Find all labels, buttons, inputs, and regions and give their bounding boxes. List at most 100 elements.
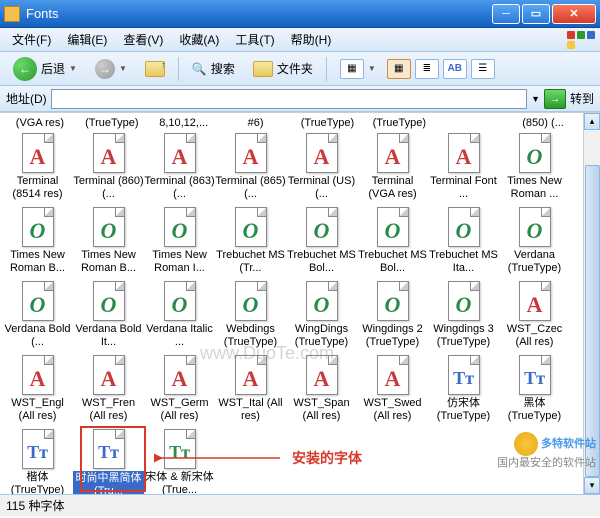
titlebar[interactable]: Fonts ─ ▭ ✕	[0, 0, 600, 28]
font-item[interactable]: OWingdings 3 (TrueType)	[428, 281, 499, 349]
chevron-down-icon[interactable]: ▼	[531, 94, 540, 104]
font-item[interactable]: OVerdana Bold (...	[2, 281, 73, 349]
menu-favorites[interactable]: 收藏(A)	[171, 29, 227, 50]
folders-button[interactable]: 文件夹	[246, 56, 320, 81]
maximize-button[interactable]: ▭	[522, 4, 550, 24]
font-item[interactable]: AWST_Czec (All res)	[499, 281, 570, 349]
font-label: WingDings (TrueType)	[286, 323, 357, 349]
window-title: Fonts	[26, 6, 492, 21]
font-item[interactable]: AWST_Germ (All res)	[144, 355, 215, 423]
brand-watermark: 多特软件站 国内最安全的软件站	[497, 432, 596, 470]
font-item[interactable]: AWST_Swed (All res)	[357, 355, 428, 423]
font-file-icon: Tᴛ	[519, 355, 551, 395]
font-file-icon: O	[306, 207, 338, 247]
font-item[interactable]: AWST_Ital (All res)	[215, 355, 286, 423]
font-item[interactable]: OTimes New Roman B...	[2, 207, 73, 275]
font-item[interactable]: Tᴛ仿宋体 (TrueType)	[428, 355, 499, 423]
font-label: WST_Czec (All res)	[499, 323, 570, 349]
font-file-icon: O	[93, 281, 125, 321]
font-file-icon: A	[377, 355, 409, 395]
font-label: Times New Roman B...	[73, 249, 144, 275]
font-item[interactable]: ATerminal (VGA res)	[357, 133, 428, 201]
menu-edit[interactable]: 编辑(E)	[59, 29, 115, 50]
font-item[interactable]: Tᴛ宋体 & 新宋体 (True...	[144, 429, 215, 494]
font-item[interactable]: ATerminal Font ...	[428, 133, 499, 201]
address-bar: 地址(D) ▼ → 转到	[0, 86, 600, 112]
view-large-icons-button[interactable]: ▦	[387, 59, 411, 79]
font-file-icon: O	[306, 281, 338, 321]
font-item[interactable]: OTrebuchet MS Ita...	[428, 207, 499, 275]
view-ab-button[interactable]: AB	[443, 59, 467, 79]
font-item[interactable]: OWingDings (TrueType)	[286, 281, 357, 349]
minimize-button[interactable]: ─	[492, 4, 520, 24]
font-item[interactable]: AWST_Fren (All res)	[73, 355, 144, 423]
font-file-icon: O	[448, 281, 480, 321]
partial-label: (TrueType)	[292, 117, 364, 129]
scroll-down-icon[interactable]: ▾	[584, 477, 600, 494]
partial-label: (VGA res)	[4, 117, 76, 129]
partial-label: (TrueType)	[363, 117, 435, 129]
scroll-up-icon[interactable]: ▴	[584, 113, 600, 130]
font-item[interactable]: OWebdings (TrueType)	[215, 281, 286, 349]
font-item[interactable]: Tᴛ黑体 (TrueType)	[499, 355, 570, 423]
back-label: 后退	[41, 60, 65, 77]
font-item[interactable]: ATerminal (865) (...	[215, 133, 286, 201]
font-file-icon: A	[519, 281, 551, 321]
font-item[interactable]: AWST_Span (All res)	[286, 355, 357, 423]
close-button[interactable]: ✕	[552, 4, 596, 24]
font-label: Terminal (US) (...	[286, 175, 357, 201]
font-item[interactable]: ATerminal (863) (...	[144, 133, 215, 201]
forward-icon: →	[95, 59, 115, 79]
go-button[interactable]: →	[544, 89, 566, 109]
address-input[interactable]	[51, 89, 527, 109]
brand-logo-icon	[514, 432, 538, 456]
font-item[interactable]: AWST_Engl (All res)	[2, 355, 73, 423]
menu-file[interactable]: 文件(F)	[4, 29, 59, 50]
font-item[interactable]: ATerminal (US) (...	[286, 133, 357, 201]
partial-label: 8,10,12,...	[148, 117, 220, 129]
search-button[interactable]: 🔍 搜索	[185, 56, 242, 81]
font-label: Wingdings 2 (TrueType)	[357, 323, 428, 349]
font-label: Webdings (TrueType)	[215, 323, 286, 349]
font-item[interactable]: OVerdana (TrueType)	[499, 207, 570, 275]
font-item[interactable]: OTrebuchet MS (Tr...	[215, 207, 286, 275]
menu-view[interactable]: 查看(V)	[115, 29, 171, 50]
font-label: Terminal (865) (...	[215, 175, 286, 201]
brand-name: 多特软件站	[541, 438, 596, 450]
forward-button[interactable]: → ▼	[88, 55, 134, 83]
back-button[interactable]: ← 后退 ▼	[6, 53, 84, 85]
font-item[interactable]: OWingdings 2 (TrueType)	[357, 281, 428, 349]
font-label: 宋体 & 新宋体 (True...	[144, 471, 215, 494]
brand-slogan: 国内最安全的软件站	[497, 457, 596, 469]
font-item[interactable]: OTrebuchet MS Bol...	[286, 207, 357, 275]
font-label: WST_Ital (All res)	[215, 397, 286, 423]
chevron-down-icon: ▼	[119, 64, 127, 73]
font-item[interactable]: OVerdana Bold It...	[73, 281, 144, 349]
view-list-button[interactable]: ≣	[415, 59, 439, 79]
toolbar: ← 后退 ▼ → ▼ 🔍 搜索 文件夹 ▦ ▼ ▦ ≣ AB ☰	[0, 52, 600, 86]
menu-tools[interactable]: 工具(T)	[227, 29, 282, 50]
view-details-button[interactable]: ☰	[471, 59, 495, 79]
font-item[interactable]: OTrebuchet MS Bol...	[357, 207, 428, 275]
font-label: Times New Roman ...	[499, 175, 570, 201]
font-file-icon: A	[306, 133, 338, 173]
scroll-thumb[interactable]	[585, 165, 600, 477]
annotation-text: 安装的字体	[292, 448, 362, 468]
font-label: Times New Roman B...	[2, 249, 73, 275]
font-item[interactable]: ATerminal (860) (...	[73, 133, 144, 201]
up-button[interactable]	[138, 57, 172, 81]
font-label: WST_Span (All res)	[286, 397, 357, 423]
font-item[interactable]: OTimes New Roman ...	[499, 133, 570, 201]
font-item[interactable]: Tᴛ楷体 (TrueType)	[2, 429, 73, 494]
menu-help[interactable]: 帮助(H)	[283, 29, 340, 50]
partial-label: (TrueType)	[76, 117, 148, 129]
font-label: Terminal Font ...	[428, 175, 499, 201]
font-item[interactable]: ATerminal (8514 res)	[2, 133, 73, 201]
font-item[interactable]: OVerdana Italic ...	[144, 281, 215, 349]
font-label: Verdana Italic ...	[144, 323, 215, 349]
views-button[interactable]: ▦ ▼	[333, 55, 383, 83]
font-file-icon: O	[93, 207, 125, 247]
font-file-icon: O	[164, 281, 196, 321]
font-item[interactable]: OTimes New Roman B...	[73, 207, 144, 275]
font-item[interactable]: OTimes New Roman I...	[144, 207, 215, 275]
